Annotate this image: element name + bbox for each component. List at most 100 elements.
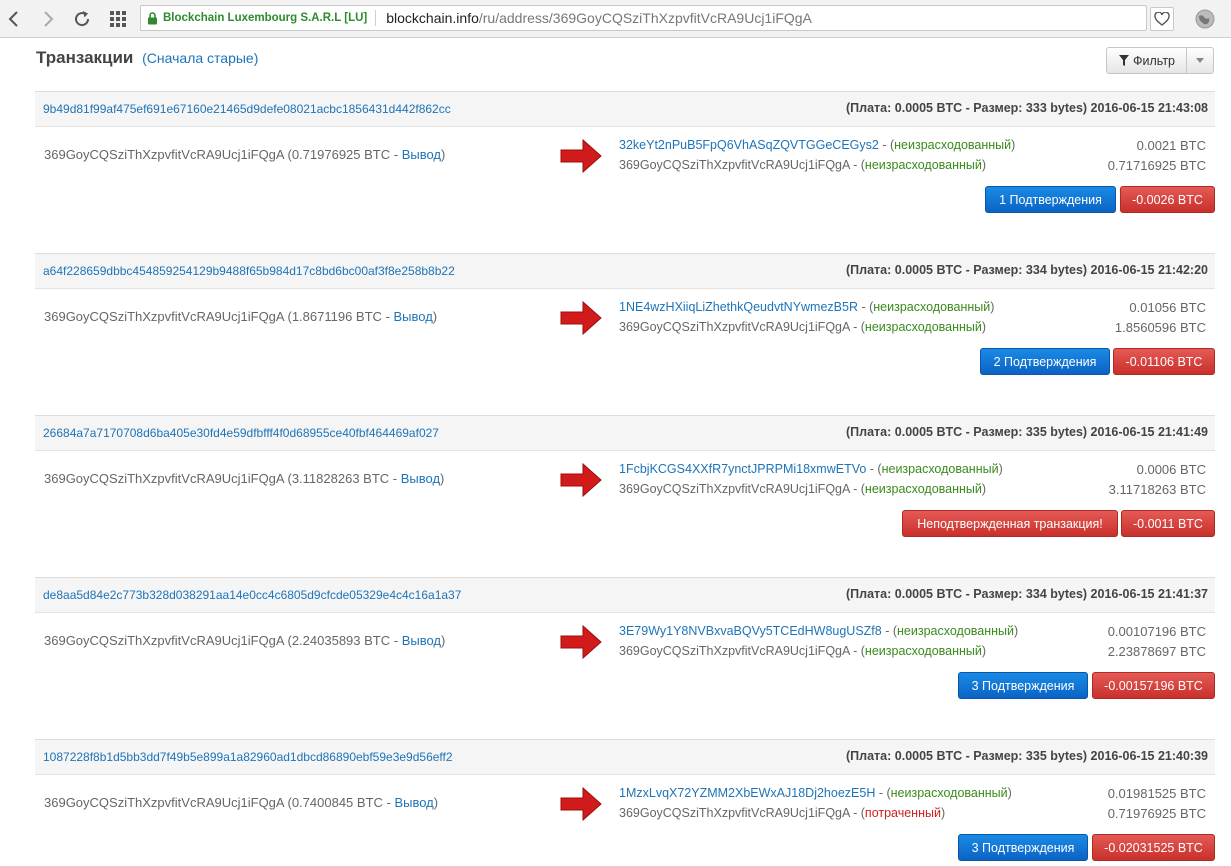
transaction-header: de8aa5d84e2c773b328d038291aa14e0cc4c6805…	[35, 577, 1215, 613]
output-address-link[interactable]: 32keYt2nPuB5FpQ6VhASqZQVTGGeCEGys2	[619, 138, 879, 152]
output-dash: - (	[849, 482, 865, 496]
filter-button[interactable]: Фильтр	[1106, 47, 1214, 74]
output-status: неизрасходованный	[864, 644, 982, 658]
output-amount: 3.11718263 BTC	[1108, 482, 1206, 497]
transaction-hash-link[interactable]: 9b49d81f99af475ef691e67160e21465d9defe08…	[43, 102, 451, 116]
address-bar[interactable]: Blockchain Luxembourg S.A.R.L [LU] block…	[140, 5, 1147, 31]
transaction-block: a64f228659dbbc454859254129b9488f65b984d1…	[35, 253, 1215, 381]
output-close: )	[990, 300, 995, 314]
transaction-meta: (Плата: 0.0005 BTC - Размер: 334 bytes) …	[846, 263, 1208, 277]
output-address-link[interactable]: 1FcbjKCGS4XXfR7ynctJPRPMi18xmwETVo	[619, 462, 866, 476]
output-link[interactable]: Вывод	[402, 633, 441, 648]
back-arrow-icon[interactable]	[2, 7, 26, 31]
output-link[interactable]: Вывод	[402, 147, 441, 162]
transaction-hash-link[interactable]: 26684a7a7170708d6ba405e30fd4e59dfbfff4f0…	[43, 426, 439, 440]
output-amount: 0.71716925 BTC	[1107, 158, 1206, 173]
output-amount: 0.01056 BTC	[1129, 300, 1206, 315]
output-status: неизрасходованный	[864, 320, 982, 334]
caret-down-icon	[1196, 58, 1204, 63]
input-address: 369GoyCQSziThXzpvfitVcRA9Ucj1iFQgA	[44, 471, 284, 486]
transaction-input: 369GoyCQSziThXzpvfitVcRA9Ucj1iFQgA (3.11…	[44, 471, 444, 486]
input-value: (2.24035893 BTC -	[287, 633, 402, 648]
transaction-output-row: 369GoyCQSziThXzpvfitVcRA9Ucj1iFQgA - (не…	[619, 320, 986, 334]
red-arrow-icon	[560, 786, 602, 822]
transactions-heading: Транзакции	[36, 48, 134, 67]
output-dash: - (	[878, 138, 895, 152]
confirmations-badge[interactable]: 3 Подтверждения	[958, 672, 1088, 699]
transaction-output-row: 369GoyCQSziThXzpvfitVcRA9Ucj1iFQgA - (по…	[619, 806, 945, 820]
red-arrow-icon	[560, 462, 602, 498]
transaction-block: 1087228f8b1d5bb3dd7f49b5e899a1a82960ad1d…	[35, 739, 1215, 866]
output-status: неизрасходованный	[864, 482, 982, 496]
output-status: неизрасходованный	[873, 300, 991, 314]
output-dash: - (	[849, 644, 865, 658]
output-dash: - (	[866, 462, 882, 476]
transaction-input: 369GoyCQSziThXzpvfitVcRA9Ucj1iFQgA (1.86…	[44, 309, 437, 324]
transaction-meta: (Плата: 0.0005 BTC - Размер: 335 bytes) …	[846, 749, 1208, 763]
output-address: 369GoyCQSziThXzpvfitVcRA9Ucj1iFQgA	[619, 158, 850, 172]
net-amount-badge[interactable]: -0.01106 BTC	[1113, 348, 1215, 375]
output-status: потраченный	[864, 806, 941, 820]
net-amount-badge[interactable]: -0.00157196 BTC	[1092, 672, 1215, 699]
input-address: 369GoyCQSziThXzpvfitVcRA9Ucj1iFQgA	[44, 795, 284, 810]
transaction-block: 26684a7a7170708d6ba405e30fd4e59dfbfff4f0…	[35, 415, 1215, 543]
url-path: /ru/address/369GoyCQSziThXzpvfitVcRA9Ucj…	[478, 10, 812, 26]
globe-icon[interactable]	[1193, 7, 1217, 31]
filter-dropdown-toggle[interactable]	[1186, 48, 1213, 73]
forward-arrow-icon[interactable]	[36, 7, 60, 31]
confirmations-badge[interactable]: 3 Подтверждения	[958, 834, 1088, 861]
ev-certificate-label[interactable]: Blockchain Luxembourg S.A.R.L [LU]	[163, 12, 367, 24]
heart-icon[interactable]	[1150, 7, 1174, 31]
filter-label: Фильтр	[1133, 53, 1175, 68]
red-arrow-icon	[560, 138, 602, 174]
browser-toolbar: Blockchain Luxembourg S.A.R.L [LU] block…	[0, 0, 1231, 38]
output-address-link[interactable]: 1MzxLvqX72YZMM2XbEWxAJ18Dj2hoezE5H	[619, 786, 875, 800]
address-separator	[375, 10, 377, 26]
transaction-block: de8aa5d84e2c773b328d038291aa14e0cc4c6805…	[35, 577, 1215, 705]
net-amount-badge[interactable]: -0.0026 BTC	[1120, 186, 1215, 213]
transaction-output-row: 1NE4wzHXiiqLiZhethkQeudvtNYwmezB5R - (не…	[619, 300, 994, 314]
transaction-hash-link[interactable]: a64f228659dbbc454859254129b9488f65b984d1…	[43, 264, 455, 278]
output-address: 369GoyCQSziThXzpvfitVcRA9Ucj1iFQgA	[619, 320, 850, 334]
input-value: (0.71976925 BTC -	[287, 147, 402, 162]
output-link[interactable]: Вывод	[401, 471, 440, 486]
confirmations-badge[interactable]: 2 Подтверждения	[980, 348, 1110, 375]
output-dash: - (	[849, 158, 865, 172]
transaction-input: 369GoyCQSziThXzpvfitVcRA9Ucj1iFQgA (2.24…	[44, 633, 445, 648]
transaction-header: 1087228f8b1d5bb3dd7f49b5e899a1a82960ad1d…	[35, 739, 1215, 775]
output-amount: 0.00107196 BTC	[1107, 624, 1206, 639]
output-link[interactable]: Вывод	[394, 795, 433, 810]
output-amount: 2.23878697 BTC	[1107, 644, 1206, 659]
unconfirmed-badge[interactable]: Неподтвержденная транзакция!	[902, 510, 1118, 537]
apps-grid-icon[interactable]	[106, 7, 130, 31]
output-address-link[interactable]: 1NE4wzHXiiqLiZhethkQeudvtNYwmezB5R	[619, 300, 858, 314]
reload-icon[interactable]	[70, 7, 94, 31]
transaction-meta: (Плата: 0.0005 BTC - Размер: 334 bytes) …	[846, 587, 1208, 601]
input-close: )	[440, 471, 445, 486]
output-amount: 0.0006 BTC	[1136, 462, 1206, 477]
url-text[interactable]: blockchain.info/ru/address/369GoyCQSziTh…	[386, 10, 812, 26]
output-dash: - (	[875, 786, 891, 800]
sort-oldest-link[interactable]: (Сначала старые)	[142, 50, 258, 66]
output-link[interactable]: Вывод	[393, 309, 432, 324]
transaction-block: 9b49d81f99af475ef691e67160e21465d9defe08…	[35, 91, 1215, 219]
output-status: неизрасходованный	[894, 138, 1012, 152]
output-close: )	[981, 320, 987, 334]
output-address-link[interactable]: 3E79Wy1Y8NVBxvaBQVy5TCEdHW8ugUSZf8	[619, 624, 882, 638]
output-amount: 0.71976925 BTC	[1107, 806, 1206, 821]
output-dash: - (	[849, 320, 865, 334]
input-value: (0.7400845 BTC -	[287, 795, 395, 810]
transaction-meta: (Плата: 0.0005 BTC - Размер: 333 bytes) …	[846, 101, 1208, 115]
transaction-hash-link[interactable]: 1087228f8b1d5bb3dd7f49b5e899a1a82960ad1d…	[43, 750, 453, 764]
output-close: )	[998, 462, 1003, 476]
net-amount-badge[interactable]: -0.0011 BTC	[1121, 510, 1215, 537]
input-close: )	[433, 795, 439, 810]
net-amount-badge[interactable]: -0.02031525 BTC	[1092, 834, 1215, 861]
output-status: неизрасходованный	[890, 786, 1008, 800]
transaction-output-row: 3E79Wy1Y8NVBxvaBQVy5TCEdHW8ugUSZf8 - (не…	[619, 624, 1018, 638]
output-close: )	[981, 644, 987, 658]
output-dash: - (	[849, 806, 865, 820]
url-host: blockchain.info	[386, 10, 479, 26]
transaction-hash-link[interactable]: de8aa5d84e2c773b328d038291aa14e0cc4c6805…	[43, 588, 461, 602]
confirmations-badge[interactable]: 1 Подтверждения	[985, 186, 1116, 213]
